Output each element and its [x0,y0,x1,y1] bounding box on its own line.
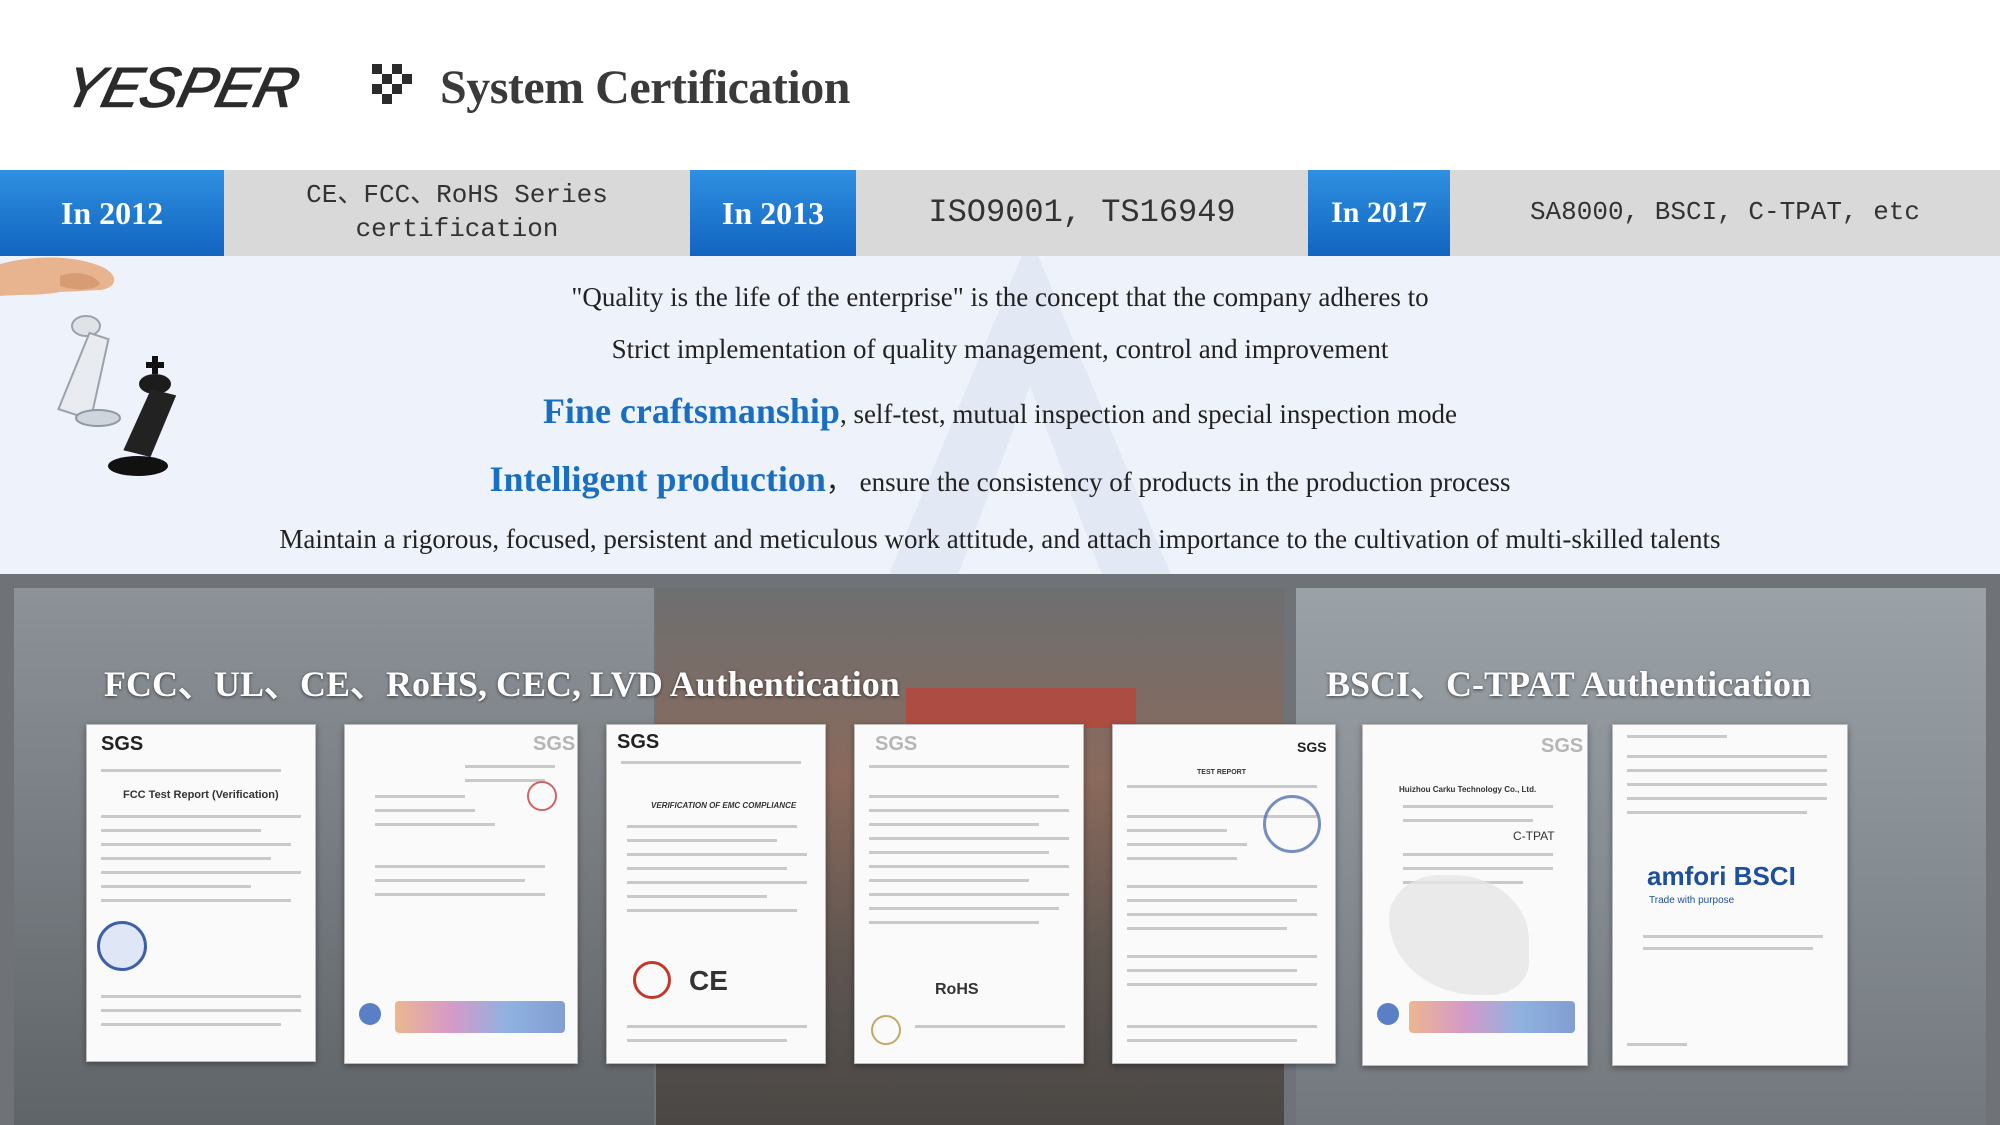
certificate-amfori-bsci: amfori BSCI Trade with purpose [1612,724,1848,1066]
statement-line-1: "Quality is the life of the enterprise" … [571,282,1429,312]
certificate-rohs: SGS RoHS [854,724,1084,1064]
highlight-fine-craftsmanship: Fine craftsmanship [542,391,840,431]
ce-mark: CE [689,965,728,996]
statement-line-4-text: ， ensure the consistency of products in … [825,467,1511,497]
statement-line-2: Strict implementation of quality managem… [611,334,1389,364]
amfori-bsci-logo: amfori BSCI [1647,861,1796,891]
seal-icon [1263,795,1321,853]
statement-line-5: Maintain a rigorous, focused, persistent… [279,524,1721,554]
quality-statement: "Quality is the life of the enterprise" … [0,256,2000,574]
eagle-watermark [1389,875,1529,995]
certificate-title: Huizhou Carku Technology Co., Ltd. [1399,785,1537,794]
certificate-c-tpat: SGS Huizhou Carku Technology Co., Ltd. C… [1362,724,1588,1066]
certificate-title: FCC Test Report (Verification) [123,789,279,801]
stamp-icon [527,781,557,811]
certificate-ce-compliance: SGS VERIFICATION OF EMC COMPLIANCE CE [606,724,826,1064]
globe-icon [1377,1003,1399,1025]
certificate-sgs-2: SGS [344,724,578,1064]
c-tpat-label: C-TPAT [1513,829,1555,843]
seal-icon [633,961,671,999]
year-badge-2013: In 2013 [690,170,856,256]
page-title: System Certification [440,61,850,114]
sgs-logo: SGS [533,733,576,755]
certificate-title: VERIFICATION OF EMC COMPLIANCE [651,801,797,810]
sgs-logo: SGS [1297,739,1327,755]
sgs-logo: SGS [875,733,918,755]
workbench-shape [906,688,1136,728]
svg-text:YESPER: YESPER [72,58,306,114]
sgs-color-band [1409,1001,1575,1033]
year-badge-2017: In 2017 [1308,170,1450,256]
auth-title-right: BSCI、C-TPAT Authentication [1326,664,1812,704]
statement-line-3: Fine craftsmanship, self-test, mutual in… [0,390,2000,432]
auth-title-left: FCC、UL、CE、RoHS, CEC, LVD Authentication [104,664,900,704]
sgs-logo: SGS [617,731,660,753]
year-badge-2012: In 2012 [0,170,224,256]
highlight-intelligent-production: Intelligent production [489,459,826,499]
yesper-logo: YESPER [72,58,412,114]
sgs-logo: SGS [1541,735,1584,757]
certificate-test-report: SGS TEST REPORT [1112,724,1336,1064]
globe-icon [359,1003,381,1025]
sgs-color-band [395,1001,565,1033]
certificate-title: TEST REPORT [1197,769,1247,776]
statement-line-3-text: , self-test, mutual inspection and speci… [839,399,1458,429]
certs-2012: CE、FCC、RoHS Series certification [306,180,608,244]
certificate-fcc-report: SGS FCC Test Report (Verification) [86,724,316,1062]
certification-timeline: In 2012 CE、FCC、RoHS Series certification… [0,170,2000,256]
seal-icon [97,921,147,971]
certs-2017: SA8000, BSCI, C-TPAT, etc [1529,197,1921,228]
amfori-tagline: Trade with purpose [1649,895,1735,906]
header: YESPER System Certification [0,0,2000,170]
seal-icon [871,1015,901,1045]
rohs-mark: RoHS [935,981,979,998]
sgs-logo: SGS [101,733,144,755]
statement-line-4: Intelligent production， ensure the consi… [0,458,2000,500]
certs-2013: ISO9001, TS16949 [928,194,1236,232]
